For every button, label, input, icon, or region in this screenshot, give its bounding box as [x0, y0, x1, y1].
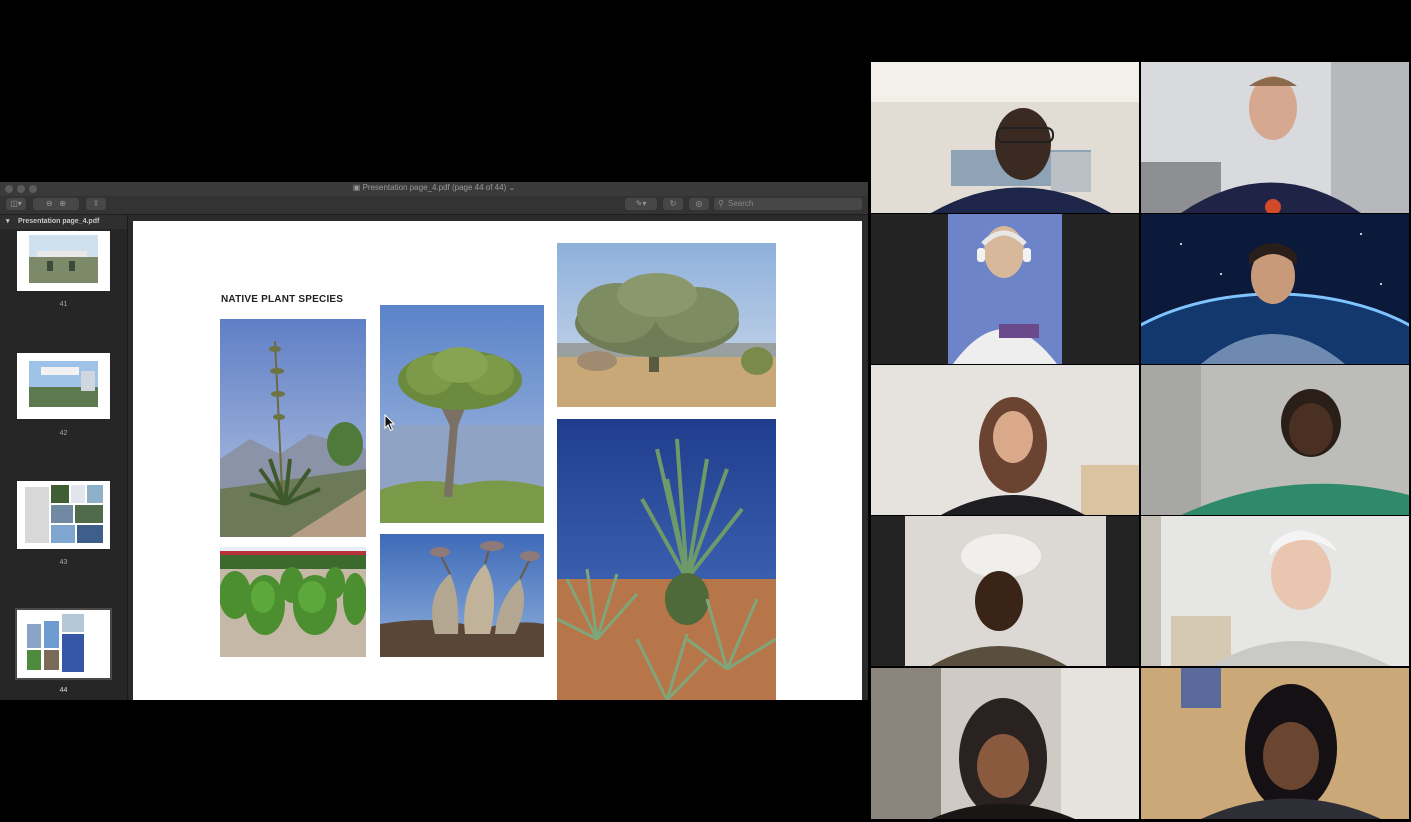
participant-video: [871, 214, 1139, 364]
participant-video-tile[interactable]: [871, 365, 1139, 515]
preview-window: ▣ Presentation page_4.pdf (page 44 of 44…: [0, 182, 868, 700]
page-41-preview: [17, 231, 110, 291]
page-thumbnail-43[interactable]: [17, 481, 110, 549]
zoom-in-icon[interactable]: ⊕: [59, 199, 66, 208]
bottle-tree-photo: [380, 534, 544, 657]
participant-video-tile[interactable]: [1141, 214, 1409, 364]
mouse-pointer-icon: [384, 414, 396, 432]
participant-video-tile[interactable]: [871, 668, 1139, 819]
pdf-page: NATIVE PLANT SPECIES: [133, 221, 862, 700]
zoom-out-icon[interactable]: ⊖: [46, 199, 53, 208]
window-title[interactable]: ▣ Presentation page_4.pdf (page 44 of 44…: [0, 183, 868, 192]
sansevieria-agave-photo: [557, 419, 776, 700]
participant-video-tile[interactable]: [1141, 62, 1409, 213]
thumbnail-sidebar[interactable]: ▾ Presentation page_4.pdf 41 42 43 44: [0, 215, 128, 700]
rotate-button[interactable]: ↻: [663, 198, 683, 210]
rotate-icon: ↻: [669, 199, 677, 208]
markup-icon: ◎: [695, 199, 703, 208]
page-number-label: 42: [59, 430, 68, 437]
page-44-preview: [17, 610, 110, 678]
sidebar-toggle-button[interactable]: ◫▾: [6, 198, 26, 210]
candelabra-euphorbia-photo: [557, 243, 776, 407]
pen-icon: ✎: [635, 199, 643, 208]
page-thumbnail-41[interactable]: [17, 231, 110, 291]
participant-video: [1141, 365, 1409, 515]
page-thumbnail-42[interactable]: [17, 353, 110, 419]
zoom-controls: ⊖ ⊕: [33, 198, 79, 210]
search-icon: ⚲: [718, 199, 724, 208]
toolbar: ◫▾ ⊖ ⊕ ⇧ ✎▾ ↻ ◎ ⚲ Search: [0, 196, 868, 215]
participant-video: [1141, 214, 1409, 364]
participant-video-tile[interactable]: [1141, 516, 1409, 666]
markup-pen-button[interactable]: ✎▾: [625, 198, 657, 210]
search-field[interactable]: ⚲ Search: [714, 198, 862, 210]
sidebar-document-header[interactable]: ▾ Presentation page_4.pdf: [0, 215, 127, 229]
participant-video-tile[interactable]: [871, 516, 1139, 666]
chevron-down-icon: ⌄: [508, 183, 516, 192]
page-number-label: 41: [59, 301, 68, 308]
participant-video-tile[interactable]: [871, 62, 1139, 213]
page-43-preview: [17, 481, 110, 549]
share-icon: ⇧: [92, 199, 100, 208]
participant-video: [1141, 668, 1409, 819]
page-number-label: 43: [59, 559, 68, 566]
participant-video: [1141, 62, 1409, 213]
markup-toolbar-button[interactable]: ◎: [689, 198, 709, 210]
slide-title: NATIVE PLANT SPECIES: [221, 294, 344, 305]
title-bar[interactable]: ▣ Presentation page_4.pdf (page 44 of 44…: [0, 182, 868, 196]
document-view[interactable]: NATIVE PLANT SPECIES: [128, 215, 868, 700]
participant-video: [1141, 516, 1409, 666]
page-42-preview: [17, 353, 110, 419]
page-number-label: 44: [59, 687, 68, 694]
page-thumbnail-44[interactable]: [15, 608, 112, 680]
participant-video-tile[interactable]: [871, 214, 1139, 364]
disclosure-triangle-icon[interactable]: ▾: [6, 215, 10, 229]
participant-video-tile[interactable]: [1141, 668, 1409, 819]
share-button[interactable]: ⇧: [86, 198, 106, 210]
participant-video: [871, 365, 1139, 515]
participant-video: [871, 516, 1139, 666]
participant-video: [871, 668, 1139, 819]
round-shrubs-photo: [220, 547, 366, 657]
participant-video-tile[interactable]: [1141, 365, 1409, 515]
dragon-tree-photo: [380, 305, 544, 523]
participant-video: [871, 62, 1139, 213]
agave-flower-photo: [220, 319, 366, 537]
pdf-document-icon: ▣: [352, 183, 363, 192]
